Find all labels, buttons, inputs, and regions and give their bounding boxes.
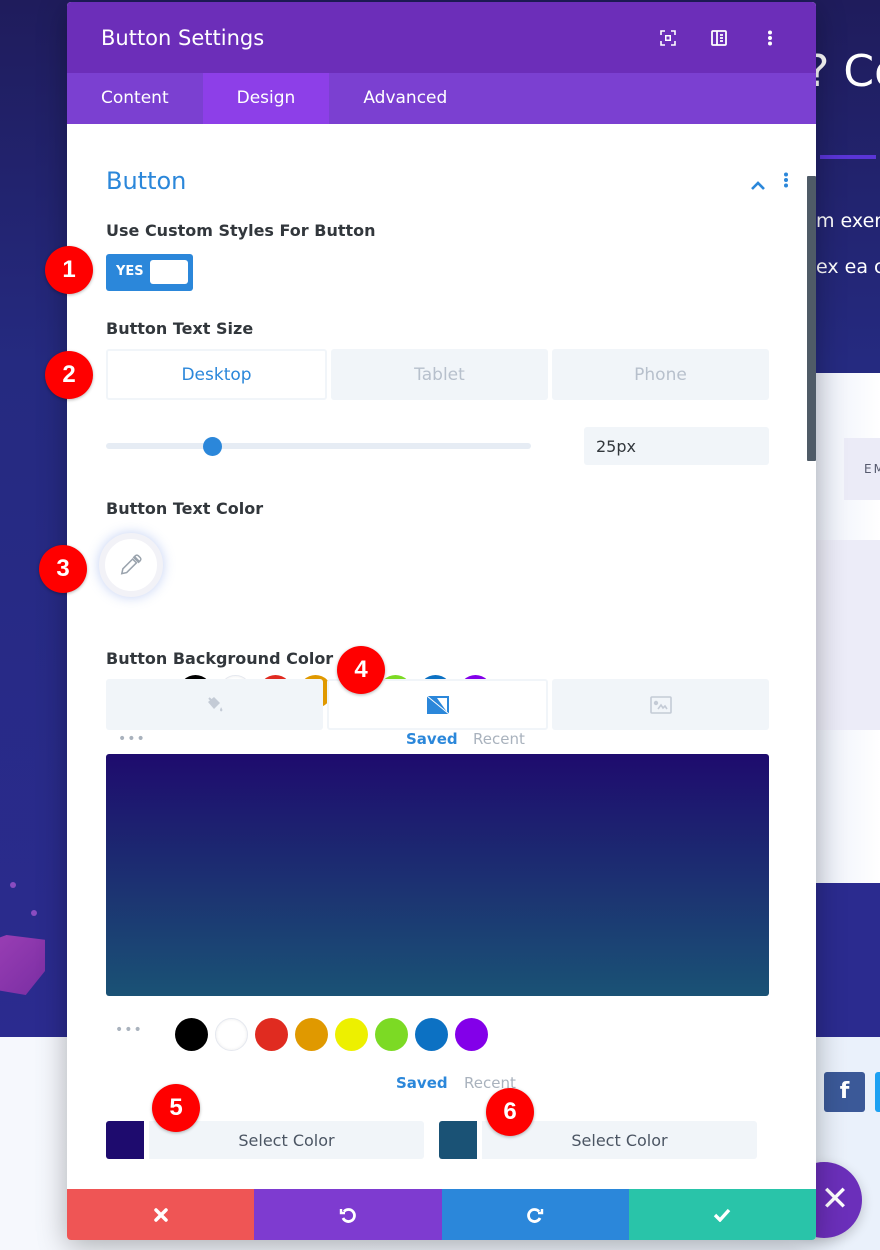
text-size-slider[interactable] bbox=[106, 437, 531, 456]
decorative-dot bbox=[31, 910, 37, 916]
image-icon bbox=[649, 695, 672, 714]
more-vertical-icon[interactable] bbox=[758, 26, 782, 50]
button-settings-modal: Button Settings Content Design Advanced … bbox=[67, 2, 816, 1240]
device-tabs: Desktop Tablet Phone bbox=[106, 349, 769, 400]
annotation-badge: 1 bbox=[45, 246, 93, 294]
section-menu-icon[interactable] bbox=[783, 172, 789, 192]
sidebar-layout-icon[interactable] bbox=[707, 26, 731, 50]
section-title[interactable]: Button bbox=[106, 167, 186, 195]
background-type-color[interactable] bbox=[106, 679, 323, 730]
fullscreen-icon[interactable] bbox=[656, 26, 680, 50]
discard-button[interactable] bbox=[67, 1189, 255, 1240]
settings-content: Button Use Custom Styles For Button YES … bbox=[67, 124, 816, 1189]
background-heading: ? Co bbox=[806, 46, 880, 97]
annotation-badge: 6 bbox=[486, 1088, 534, 1136]
tab-design[interactable]: Design bbox=[202, 73, 330, 124]
device-tab-tablet[interactable]: Tablet bbox=[331, 349, 548, 400]
device-tab-desktop[interactable]: Desktop bbox=[106, 349, 327, 400]
more-colors-icon[interactable]: ••• bbox=[118, 731, 146, 747]
twitter-icon[interactable] bbox=[875, 1072, 880, 1112]
color-swatch[interactable] bbox=[215, 1018, 248, 1051]
tab-advanced[interactable]: Advanced bbox=[329, 73, 481, 124]
background-email-field[interactable]: EM bbox=[844, 438, 880, 500]
background-type-image[interactable] bbox=[552, 679, 769, 730]
settings-tabs: Content Design Advanced bbox=[67, 73, 816, 124]
modal-title: Button Settings bbox=[101, 25, 265, 50]
chevron-up-icon[interactable] bbox=[750, 176, 766, 195]
tab-content[interactable]: Content bbox=[67, 73, 203, 124]
background-color-label: Button Background Color bbox=[106, 649, 334, 668]
toggle-knob bbox=[150, 260, 188, 284]
color-swatch[interactable] bbox=[375, 1018, 408, 1051]
toggle-state-label: YES bbox=[116, 264, 144, 279]
saved-colors-tab[interactable]: Saved bbox=[406, 730, 458, 748]
slider-handle[interactable] bbox=[203, 437, 223, 456]
background-heading-underline bbox=[820, 155, 876, 159]
annotation-badge: 5 bbox=[152, 1084, 200, 1132]
text-size-label: Button Text Size bbox=[106, 319, 254, 338]
color-swatch[interactable] bbox=[455, 1018, 488, 1051]
modal-footer bbox=[67, 1189, 816, 1240]
undo-icon bbox=[339, 1207, 356, 1223]
custom-styles-toggle[interactable]: YES bbox=[106, 254, 193, 291]
scrollbar-thumb[interactable] bbox=[807, 176, 816, 461]
undo-button[interactable] bbox=[254, 1189, 442, 1240]
gradient-preview[interactable] bbox=[106, 754, 769, 996]
custom-styles-label: Use Custom Styles For Button bbox=[106, 221, 376, 240]
decorative-dot bbox=[10, 882, 16, 888]
facebook-icon[interactable]: f bbox=[824, 1072, 865, 1112]
save-button[interactable] bbox=[628, 1189, 816, 1240]
gradient-start-swatch[interactable] bbox=[106, 1121, 144, 1159]
more-colors-icon[interactable]: ••• bbox=[115, 1022, 143, 1038]
color-swatch[interactable] bbox=[415, 1018, 448, 1051]
eyedropper-icon bbox=[120, 554, 142, 575]
background-text-line: m exer bbox=[816, 210, 880, 232]
saved-colors-tab[interactable]: Saved bbox=[396, 1074, 448, 1092]
background-panel bbox=[816, 540, 880, 730]
color-swatch[interactable] bbox=[295, 1018, 328, 1051]
gradient-end-swatch[interactable] bbox=[439, 1121, 477, 1159]
recent-colors-tab[interactable]: Recent bbox=[473, 730, 525, 748]
redo-button[interactable] bbox=[441, 1189, 629, 1240]
background-navy-block bbox=[816, 883, 880, 1037]
annotation-badge: 4 bbox=[337, 646, 385, 694]
background-text-line: ex ea c bbox=[816, 256, 880, 278]
text-size-input[interactable] bbox=[584, 427, 769, 465]
device-tab-phone[interactable]: Phone bbox=[552, 349, 769, 400]
gradient-icon bbox=[426, 695, 449, 714]
text-color-label: Button Text Color bbox=[106, 499, 264, 518]
color-swatch[interactable] bbox=[175, 1018, 208, 1051]
check-icon bbox=[714, 1208, 731, 1222]
annotation-badge: 2 bbox=[45, 351, 93, 399]
paint-bucket-icon bbox=[207, 696, 222, 711]
background-color-swatches bbox=[175, 1018, 488, 1051]
redo-icon bbox=[527, 1207, 544, 1223]
annotation-badge: 3 bbox=[39, 545, 87, 593]
gradient-start-color: Select Color bbox=[106, 1121, 424, 1159]
modal-header[interactable]: Button Settings bbox=[67, 2, 816, 73]
gradient-end-color: Select Color bbox=[439, 1121, 757, 1159]
eyedropper-button[interactable] bbox=[99, 533, 163, 597]
color-swatch[interactable] bbox=[255, 1018, 288, 1051]
color-swatch[interactable] bbox=[335, 1018, 368, 1051]
background-type-tabs bbox=[106, 679, 769, 730]
close-icon bbox=[153, 1207, 168, 1222]
